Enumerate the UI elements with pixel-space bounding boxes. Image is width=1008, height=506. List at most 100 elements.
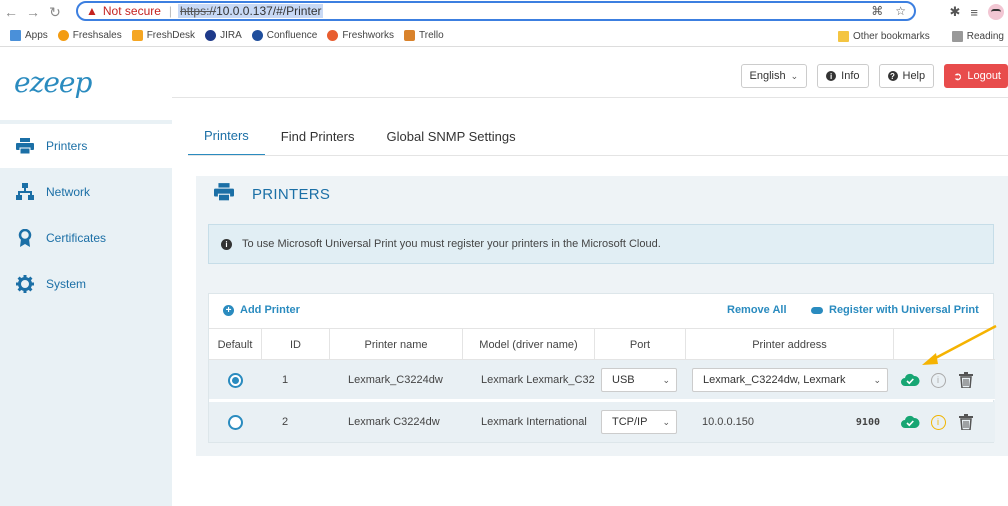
printer-name: Lexmark C3224dw [348, 416, 440, 428]
universal-print-status[interactable] [896, 402, 924, 442]
folder-icon [838, 30, 850, 42]
port-select[interactable]: TCP/IP ⌄ [601, 410, 677, 434]
column-model: Model (driver name) [463, 329, 595, 361]
freshsales-icon [57, 30, 69, 41]
register-universal-print-button[interactable]: Register with Universal Print [811, 304, 979, 316]
omnibox-separator: | [168, 4, 173, 18]
warning-info-icon: i [930, 414, 946, 430]
table-header: Default ID Printer name Model (driver na… [209, 328, 995, 361]
chevron-down-icon: ⌄ [662, 374, 670, 385]
logo-area: ezeep [0, 52, 172, 120]
port-select[interactable]: USB ⌄ [601, 368, 677, 392]
security-label: Not secure [102, 4, 161, 18]
bookmark-trello[interactable]: Trello [404, 30, 444, 41]
delete-printer-button[interactable] [952, 402, 980, 442]
annotation-arrow-icon [922, 324, 997, 365]
sidebar-item-network[interactable]: Network [0, 170, 172, 214]
printers-table-card: + Add Printer Remove All Register with Un… [208, 293, 995, 443]
trello-icon [404, 30, 416, 41]
profile-avatar[interactable] [988, 4, 1004, 20]
table-actions: + Add Printer Remove All Register with Un… [209, 294, 995, 326]
tab-bar: Printers Find Printers Global SNMP Setti… [188, 116, 532, 156]
printer-info-button[interactable]: i [924, 402, 952, 442]
warning-icon: ▲ [86, 4, 98, 18]
ezeep-logo: ezeep [14, 66, 92, 99]
logout-icon: ➲ [953, 70, 963, 83]
sidebar: ezeep Printers Network Certificates Syst… [0, 52, 172, 506]
printer-address-select[interactable]: Lexmark_C3224dw, Lexmark ⌄ [692, 368, 888, 392]
apps-grid-icon [10, 30, 21, 41]
panel-title: PRINTERS [252, 185, 331, 203]
network-icon [16, 183, 34, 201]
printer-address: 10.0.0.150 [702, 416, 754, 428]
tab-find-printers[interactable]: Find Printers [265, 116, 371, 156]
column-printer-name: Printer name [330, 329, 463, 361]
trash-icon [959, 414, 973, 430]
sidebar-item-printers[interactable]: Printers [0, 124, 172, 168]
reload-icon[interactable]: ↻ [44, 1, 66, 23]
printer-port-number: 9100 [855, 416, 880, 428]
help-button[interactable]: ? Help [878, 64, 935, 88]
bookmarks-bar: Apps Freshsales FreshDesk JIRA Confluenc… [0, 25, 1008, 47]
app-header: English ⌄ i Info ? Help ➲ Logout [172, 52, 1008, 98]
plus-icon: + [223, 304, 234, 316]
printer-id: 1 [282, 374, 289, 386]
printer-id: 2 [282, 416, 289, 428]
confluence-icon [251, 30, 263, 41]
language-select[interactable]: English ⌄ [740, 64, 808, 88]
default-radio-cell [209, 402, 262, 442]
tab-global-snmp-settings[interactable]: Global SNMP Settings [371, 116, 532, 156]
freshdesk-icon [131, 30, 143, 41]
forward-icon[interactable]: → [22, 1, 44, 23]
info-icon: i [826, 71, 837, 81]
other-bookmarks[interactable]: Other bookmarks [838, 30, 930, 42]
url-text[interactable]: https://10.0.0.137/#/Printer [178, 4, 324, 18]
certificate-icon [16, 229, 34, 247]
default-radio[interactable] [228, 414, 243, 430]
jira-icon [205, 30, 217, 41]
qr-code-icon[interactable]: ⌘ [871, 4, 883, 18]
default-radio[interactable] [228, 372, 243, 388]
address-cell: Lexmark_C3224dw, Lexmark ⌄ [686, 360, 894, 400]
reading-list[interactable]: Reading [951, 30, 1004, 42]
column-port: Port [595, 329, 686, 361]
add-printer-button[interactable]: + Add Printer [223, 304, 300, 316]
column-printer-address: Printer address [686, 329, 894, 361]
sidebar-item-system[interactable]: System [0, 262, 172, 306]
address-bar[interactable]: ▲ Not secure | https://10.0.0.137/#/Prin… [76, 1, 916, 21]
bookmark-freshworks[interactable]: Freshworks [327, 30, 394, 41]
bookmark-freshsales[interactable]: Freshsales [57, 30, 122, 41]
remove-all-button[interactable]: Remove All [727, 304, 787, 316]
trash-icon [959, 372, 973, 388]
extensions-icon[interactable]: ✱ [950, 4, 961, 20]
star-icon[interactable]: ☆ [895, 4, 906, 18]
gear-icon [16, 275, 34, 293]
printer-model: Lexmark International [481, 416, 587, 428]
cloud-check-icon [901, 373, 920, 386]
back-icon[interactable]: ← [0, 1, 22, 23]
bookmark-apps[interactable]: Apps [10, 30, 48, 41]
table-row: 2 Lexmark C3224dw Lexmark International … [209, 402, 995, 442]
printers-panel: PRINTERS i To use Microsoft Universal Pr… [196, 176, 1008, 456]
port-cell: USB ⌄ [595, 360, 686, 400]
chevron-down-icon: ⌄ [873, 374, 881, 385]
column-id: ID [262, 329, 330, 361]
media-icon[interactable]: ≡ [970, 5, 978, 20]
info-icon: i [221, 238, 232, 250]
port-cell: TCP/IP ⌄ [595, 402, 686, 442]
info-message: To use Microsoft Universal Print you mus… [242, 238, 661, 250]
tabs-divider [188, 155, 1008, 156]
tab-printers[interactable]: Printers [188, 116, 265, 156]
info-button[interactable]: i Info [817, 64, 869, 88]
printer-model: Lexmark Lexmark_C3224dw [481, 374, 595, 386]
help-icon: ? [887, 71, 898, 81]
column-default: Default [209, 329, 262, 361]
bookmark-jira[interactable]: JIRA [205, 30, 242, 41]
bookmark-confluence[interactable]: Confluence [251, 30, 317, 41]
bookmark-freshdesk[interactable]: FreshDesk [131, 30, 195, 41]
cloud-icon [811, 306, 823, 314]
info-circle-icon: i [930, 372, 946, 388]
sidebar-item-certificates[interactable]: Certificates [0, 216, 172, 260]
panel-header: PRINTERS [196, 176, 1008, 212]
logout-button[interactable]: ➲ Logout [944, 64, 1008, 88]
